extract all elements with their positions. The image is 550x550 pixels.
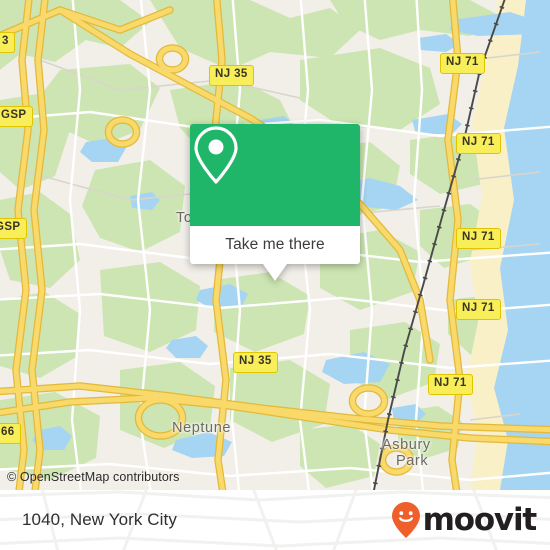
osm-attribution[interactable]: © OpenStreetMap contributors xyxy=(7,470,180,484)
place-label-neptune: Neptune xyxy=(172,420,232,436)
route-shield-nj35-bottom: NJ 35 xyxy=(233,352,278,373)
address-label: 1040, New York City xyxy=(22,510,177,529)
moovit-brand-logo[interactable]: moovit xyxy=(391,501,538,539)
route-shield-nj71-e: NJ 71 xyxy=(428,374,473,395)
popup-pointer-tail xyxy=(263,264,287,281)
route-shield-nj71-c: NJ 71 xyxy=(456,228,501,249)
bottom-info-bar: 1040, New York City moovit xyxy=(0,490,550,550)
map-pin-icon xyxy=(194,126,238,184)
moovit-pin-smiley-icon xyxy=(391,502,420,538)
route-shield-gsp-south: GSP xyxy=(0,218,27,239)
take-me-there-button[interactable]: Take me there xyxy=(190,226,360,264)
popup-pin-panel xyxy=(190,124,360,226)
place-label-asbury-park-line2: Park xyxy=(396,453,429,469)
place-label-asbury-park-line1: Asbury xyxy=(382,437,431,453)
route-shield-nj66: 66 xyxy=(0,423,21,444)
route-shield-gsp-north: GSP xyxy=(0,106,33,127)
route-shield-nj35-top: NJ 35 xyxy=(209,65,254,86)
route-shield-nj71-a: NJ 71 xyxy=(440,53,485,74)
route-shield-nj71-d: NJ 71 xyxy=(456,299,501,320)
route-shield-nj71-b: NJ 71 xyxy=(456,133,501,154)
route-shield-i195: 3 xyxy=(0,32,15,53)
destination-popup-card[interactable]: Take me there xyxy=(190,124,360,281)
moovit-wordmark: moovit xyxy=(422,501,538,538)
moovit-map-share-card: 3 GSP GSP 66 NJ 35 NJ 35 NJ 71 NJ 71 NJ … xyxy=(0,0,550,550)
map-canvas[interactable]: 3 GSP GSP 66 NJ 35 NJ 35 NJ 71 NJ 71 NJ … xyxy=(0,0,550,490)
